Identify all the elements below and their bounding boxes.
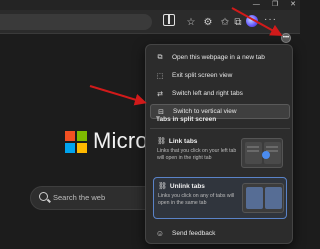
- microsoft-logo: [65, 131, 87, 153]
- split-screen-menu-button[interactable]: •••: [281, 33, 291, 43]
- link-tabs-preview: [241, 138, 283, 168]
- menu-item-exit-split[interactable]: ⬚ Exit split screen view: [150, 68, 290, 83]
- unlink-tabs-option[interactable]: ⛓ Unlink tabs Links you click on any of …: [153, 177, 287, 219]
- option-description: Links that you click on your left tab wi…: [157, 148, 237, 161]
- option-description: Links you click on any of tabs will open…: [158, 193, 235, 206]
- split-screen-icon[interactable]: [163, 14, 175, 26]
- link-tabs-option[interactable]: ⛓ Link tabs Links that you click on your…: [153, 133, 287, 173]
- title-bar: — ❐ ✕: [0, 0, 300, 10]
- option-title: Link tabs: [168, 137, 198, 145]
- search-icon: [39, 192, 48, 201]
- exit-split-icon: ⬚: [156, 72, 164, 80]
- profile-avatar[interactable]: [246, 15, 258, 27]
- send-feedback-item[interactable]: ☺ Send feedback: [150, 226, 290, 241]
- option-title: Unlink tabs: [169, 182, 205, 190]
- swap-icon: ⇄: [157, 90, 163, 98]
- split-screen-menu: ⧉ Open this webpage in a new tab ⬚ Exit …: [145, 44, 293, 244]
- favorites-icon[interactable]: ✩: [218, 15, 232, 29]
- vertical-view-icon: ⊟: [158, 108, 164, 116]
- close-button[interactable]: ✕: [290, 0, 296, 10]
- send-feedback-label: Send feedback: [172, 230, 216, 237]
- arrow-to-vertical-view: [89, 85, 147, 106]
- address-bar[interactable]: [0, 14, 152, 30]
- collections-icon[interactable]: ⧉: [231, 15, 245, 29]
- menu-item-open-new-tab[interactable]: ⧉ Open this webpage in a new tab: [150, 50, 290, 65]
- search-placeholder: Search the web: [53, 193, 106, 202]
- settings-gear-icon[interactable]: ⚙: [201, 15, 215, 29]
- feedback-icon: ☺: [155, 229, 165, 238]
- menu-item-label: Switch to vertical view: [173, 108, 237, 115]
- maximize-button[interactable]: ❐: [272, 0, 278, 10]
- open-new-tab-icon: ⧉: [157, 53, 163, 61]
- menu-item-label: Open this webpage in a new tab: [172, 54, 265, 61]
- menu-item-label: Switch left and right tabs: [172, 90, 243, 97]
- menu-item-switch-tabs[interactable]: ⇄ Switch left and right tabs: [150, 86, 290, 101]
- more-icon[interactable]: ···: [264, 14, 277, 25]
- favorites-star-icon[interactable]: ☆: [184, 15, 198, 29]
- section-title: Tabs in split screen: [156, 116, 217, 123]
- link-indicator: [262, 151, 270, 159]
- browser-toolbar: ☆ ⚙ ✩ ⧉ ···: [0, 10, 300, 34]
- brand-text: Micros: [93, 128, 153, 153]
- menu-item-label: Exit split screen view: [172, 72, 233, 79]
- minimize-button[interactable]: —: [253, 0, 260, 10]
- link-icon: ⛓: [157, 138, 166, 145]
- menu-divider: [150, 128, 290, 129]
- window-controls: — ❐ ✕: [253, 0, 296, 10]
- unlink-tabs-preview: [242, 183, 284, 213]
- unlink-icon: ⛓: [158, 183, 167, 190]
